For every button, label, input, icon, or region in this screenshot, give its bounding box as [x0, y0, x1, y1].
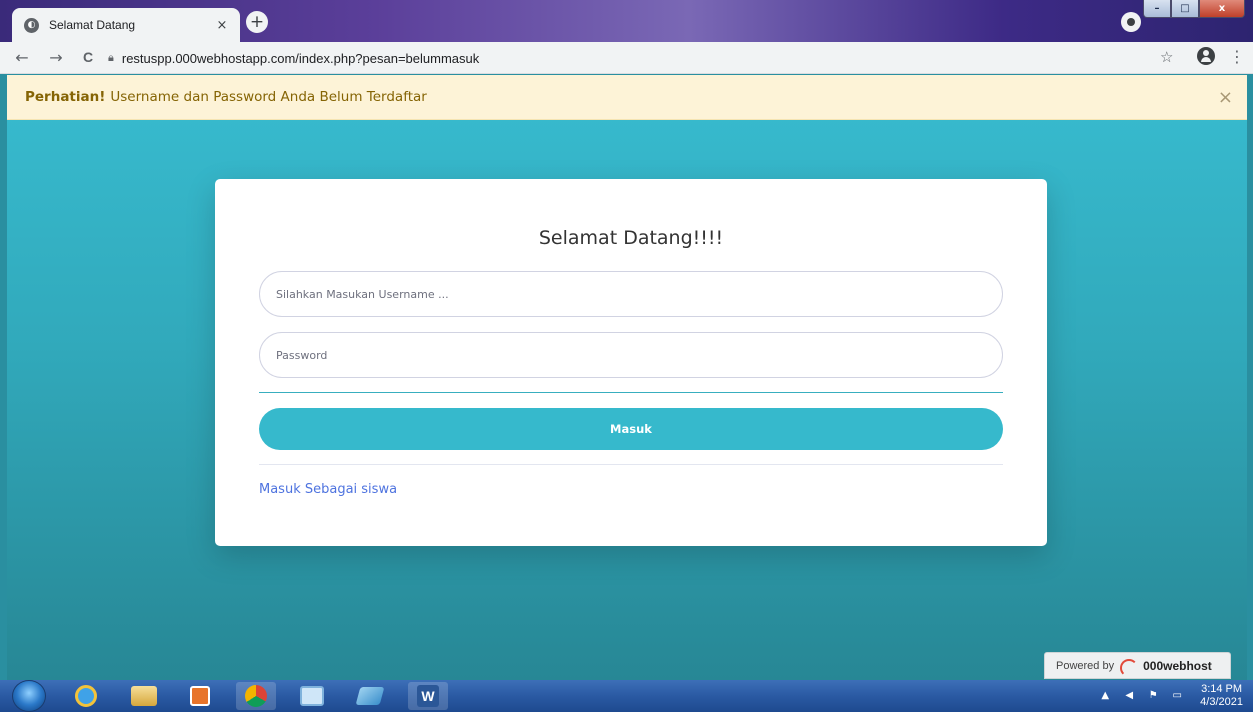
powered-prefix: Powered by	[1056, 659, 1115, 672]
control-panel-icon[interactable]	[292, 682, 332, 710]
volume-muted-icon[interactable]: ◀	[1122, 690, 1136, 702]
globe-icon: ◐	[24, 17, 39, 33]
taskbar: W ▲ ◀ ⚑ ▭ 3:14 PM 4/3/2021	[0, 680, 1253, 712]
tab-title: Selamat Datang	[49, 18, 136, 32]
account-icon[interactable]	[1197, 47, 1215, 65]
extension-icon[interactable]	[1121, 12, 1141, 32]
alert-close-icon[interactable]: ×	[1218, 87, 1233, 108]
back-icon[interactable]: ←	[12, 48, 32, 67]
login-button[interactable]: Masuk	[259, 408, 1003, 450]
action-center-icon[interactable]: ⚑	[1146, 690, 1160, 702]
window-controls: – □ x	[1143, 0, 1245, 18]
alert-strong: Perhatian!	[25, 89, 106, 105]
network-icon[interactable]: ▭	[1170, 690, 1184, 702]
menu-icon[interactable]: ⋮	[1229, 47, 1245, 66]
username-input[interactable]	[259, 271, 1003, 317]
clock-time: 3:14 PM	[1201, 683, 1243, 695]
bookmark-star-icon[interactable]: ☆	[1160, 48, 1173, 66]
lock-icon: 🔒︎	[108, 51, 114, 64]
file-explorer-icon[interactable]	[124, 682, 164, 710]
login-title: Selamat Datang!!!!	[538, 227, 724, 249]
internet-explorer-icon[interactable]	[66, 682, 106, 710]
divider	[259, 392, 1003, 393]
maximize-button[interactable]: □	[1171, 0, 1199, 18]
url-field[interactable]: 🔒︎ restuspp.000webhostapp.com/index.php?…	[108, 47, 1108, 69]
divider	[259, 464, 1003, 465]
url-text: restuspp.000webhostapp.com/index.php?pes…	[121, 50, 480, 66]
minimize-button[interactable]: –	[1143, 0, 1171, 18]
chrome-icon[interactable]	[236, 682, 276, 710]
new-tab-button[interactable]: +	[246, 11, 268, 33]
forward-icon[interactable]: →	[46, 48, 66, 67]
password-input[interactable]	[259, 332, 1003, 378]
word-icon[interactable]: W	[408, 682, 448, 710]
browser-titlebar: ◐ Selamat Datang × + – □ x	[0, 0, 1253, 42]
warning-alert: Perhatian! Username dan Password Anda Be…	[7, 75, 1247, 120]
notepad-icon[interactable]	[350, 682, 390, 710]
reload-icon[interactable]: C	[78, 49, 98, 65]
student-login-link[interactable]: Masuk Sebagai siswa	[259, 482, 397, 497]
page-content: Perhatian! Username dan Password Anda Be…	[7, 75, 1247, 680]
000webhost-logo-icon	[1120, 658, 1139, 677]
close-window-button[interactable]: x	[1199, 0, 1245, 18]
show-hidden-icons-icon[interactable]: ▲	[1098, 690, 1112, 702]
media-player-icon[interactable]	[180, 682, 220, 710]
alert-message: Username dan Password Anda Belum Terdaft…	[110, 89, 427, 105]
address-bar: ← → C 🔒︎ restuspp.000webhostapp.com/inde…	[0, 42, 1253, 74]
tab-close-icon[interactable]: ×	[214, 18, 230, 33]
start-button[interactable]	[12, 680, 46, 712]
login-card: Selamat Datang!!!! Masuk Masuk Sebagai s…	[215, 179, 1047, 546]
system-tray: ▲ ◀ ⚑ ▭ 3:14 PM 4/3/2021	[1098, 682, 1243, 710]
clock-date: 4/3/2021	[1200, 696, 1243, 708]
clock[interactable]: 3:14 PM 4/3/2021	[1200, 683, 1243, 709]
browser-tab[interactable]: ◐ Selamat Datang ×	[12, 8, 240, 42]
powered-by-badge[interactable]: Powered by 000webhost	[1044, 652, 1231, 679]
powered-brand: 000webhost	[1143, 658, 1212, 673]
